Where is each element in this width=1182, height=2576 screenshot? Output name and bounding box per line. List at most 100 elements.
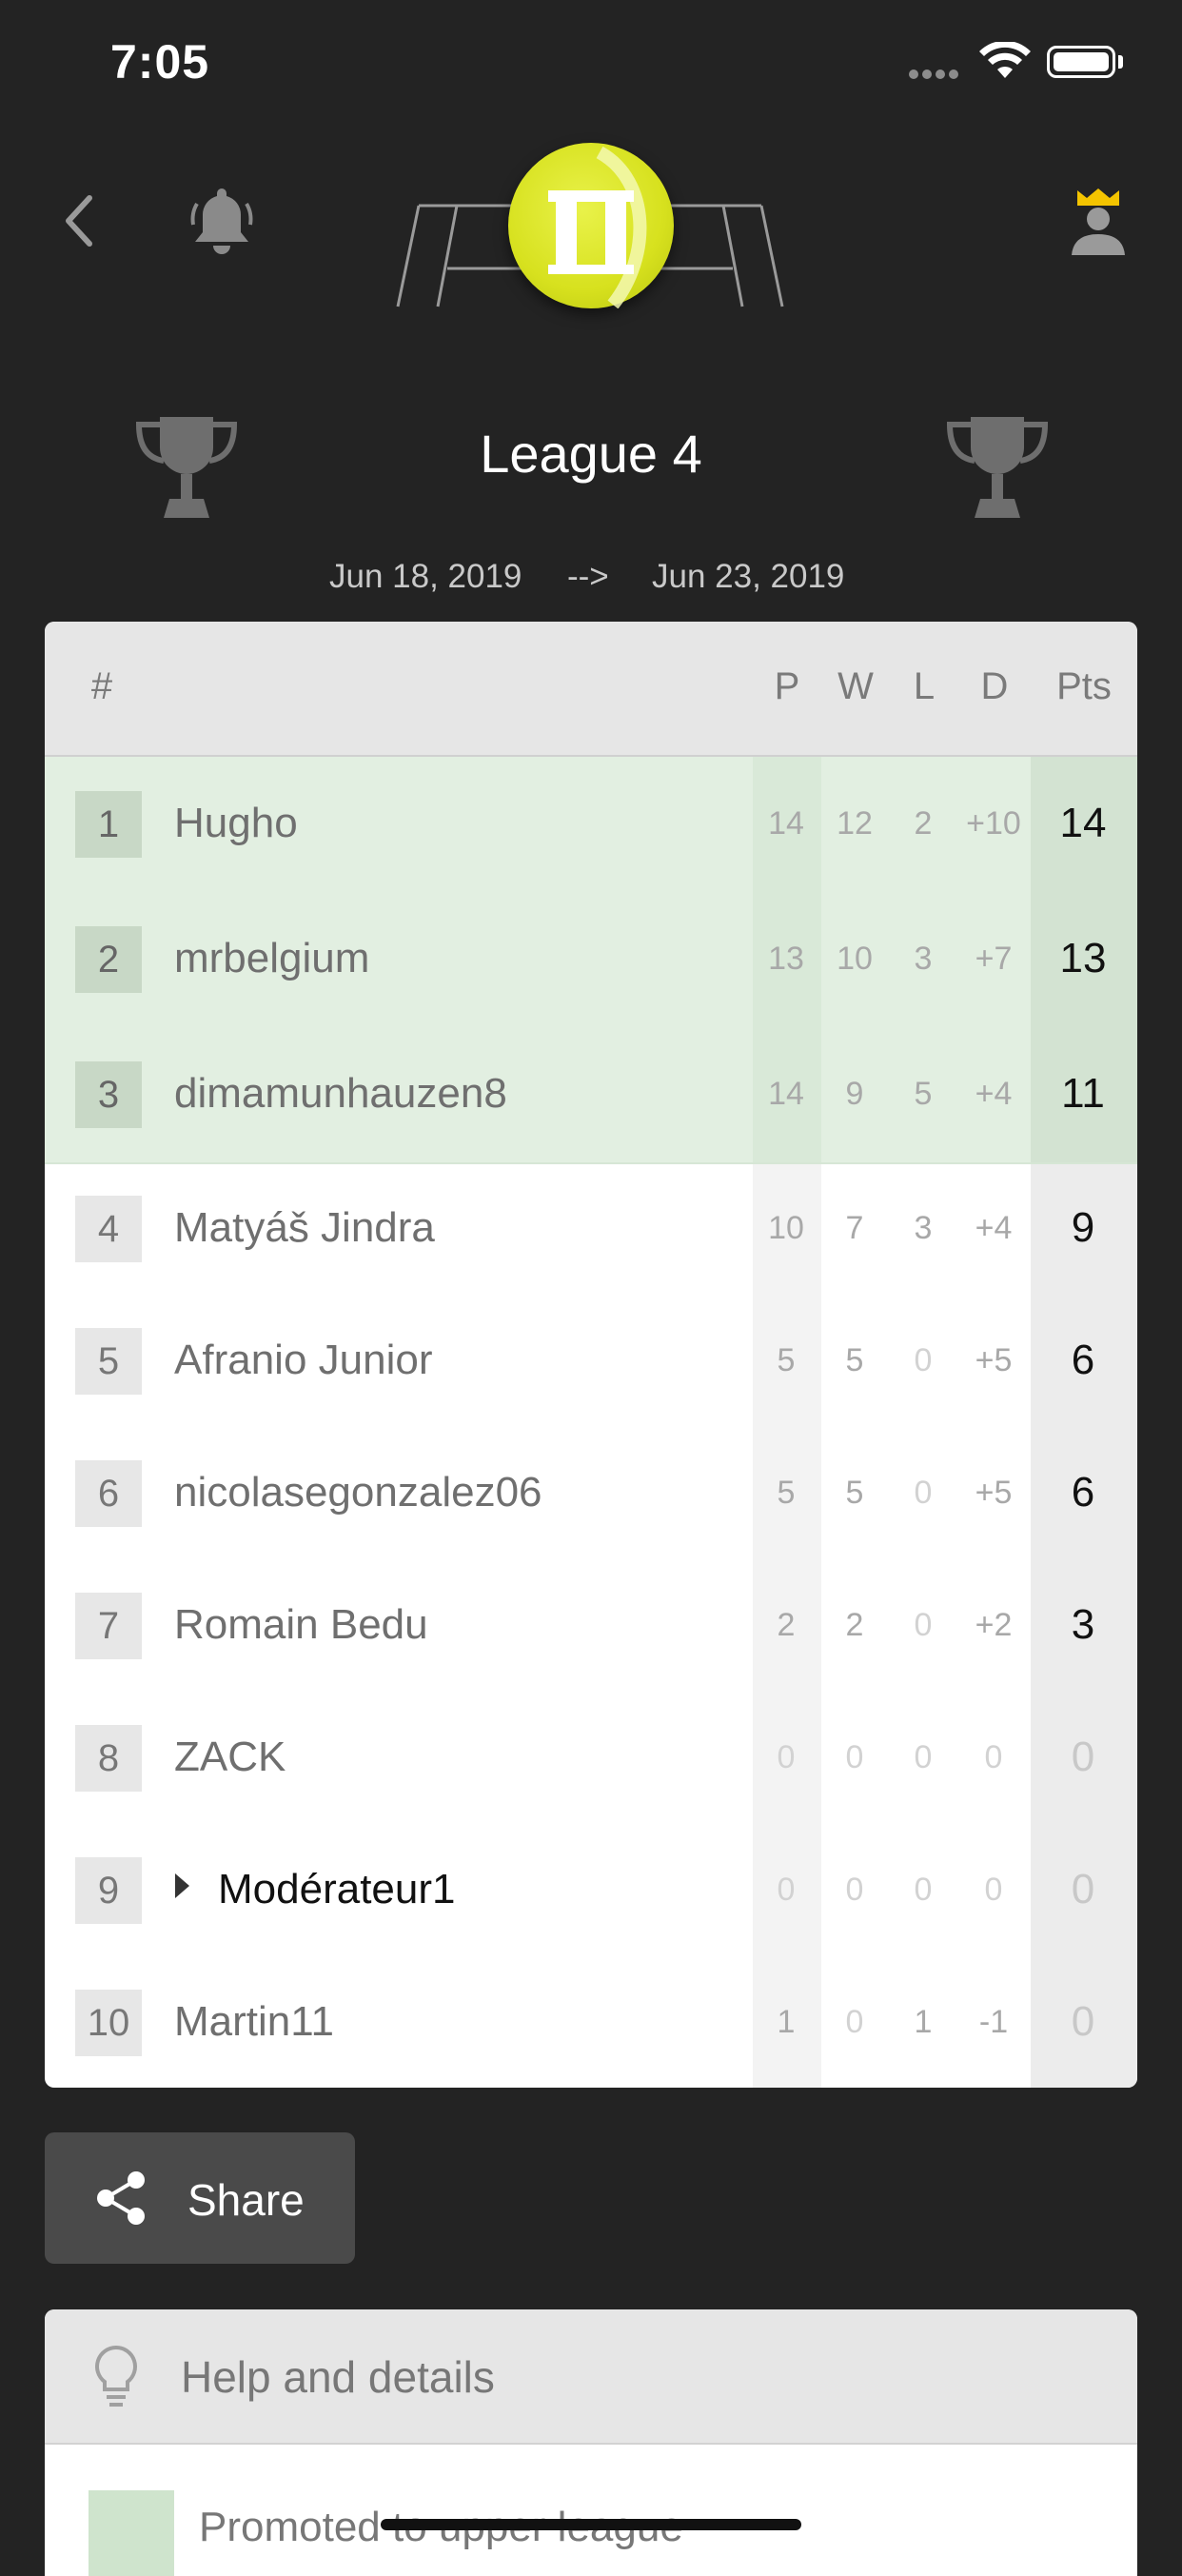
header-points: Pts: [1056, 665, 1112, 707]
player-name[interactable]: Hugho: [174, 800, 298, 847]
stat-w: 0: [845, 1871, 864, 1908]
share-label: Share: [187, 2175, 305, 2225]
stat-d: 0: [984, 1871, 1003, 1908]
app-logo: [508, 143, 674, 309]
battery-icon: [1047, 46, 1115, 78]
stat-p: 0: [777, 1871, 796, 1908]
header-rank: #: [90, 665, 113, 707]
share-icon: [97, 2171, 145, 2225]
player-name[interactable]: Modérateur1: [218, 1866, 455, 1913]
stat-l: 0: [914, 1871, 933, 1908]
header-difference: D: [980, 665, 1009, 707]
header-lost: L: [913, 665, 936, 707]
player-name[interactable]: Martin11: [174, 1998, 334, 2046]
stat-d: +7: [975, 941, 1013, 977]
table-row[interactable]: 3 dimamunhauzen8 14 9 5 +4 11: [45, 1027, 1137, 1164]
help-header[interactable]: Help and details: [45, 2309, 1137, 2445]
table-row[interactable]: 9 Modérateur1 0 0 0 0 0: [45, 1824, 1137, 1956]
help-title: Help and details: [181, 2352, 495, 2402]
notification-bell-icon[interactable]: [184, 183, 260, 259]
help-section: Help and details Promoted to upper leagu…: [45, 2309, 1137, 2576]
player-name[interactable]: Afranio Junior: [174, 1337, 432, 1384]
stat-w: 0: [845, 1738, 864, 1775]
table-row[interactable]: 8 ZACK 0 0 0 0 0: [45, 1692, 1137, 1824]
stat-l: 0: [914, 1606, 933, 1643]
stat-l: 3: [914, 941, 933, 977]
stat-p: 13: [768, 941, 804, 977]
stat-d: -1: [978, 2003, 1009, 2040]
table-row[interactable]: 7 Romain Bedu 2 2 0 +2 3: [45, 1559, 1137, 1692]
rank-badge: 5: [75, 1327, 142, 1395]
cellular-signal-icon: [909, 67, 964, 80]
expand-triangle-icon[interactable]: [175, 1873, 189, 1898]
stat-w: 5: [845, 1341, 864, 1378]
stat-p: 5: [777, 1341, 796, 1378]
table-row[interactable]: 10 Martin11 1 0 1 -1 0: [45, 1956, 1137, 2088]
table-row[interactable]: 4 Matyáš Jindra 10 7 3 +4 9: [45, 1162, 1137, 1295]
player-name[interactable]: Matyáš Jindra: [174, 1204, 435, 1252]
stat-p: 1: [777, 2003, 796, 2040]
lightbulb-icon: [95, 2345, 137, 2407]
stat-l: 0: [914, 1474, 933, 1511]
player-name[interactable]: mrbelgium: [174, 935, 369, 982]
table-row[interactable]: 2 mrbelgium 13 10 3 +7 13: [45, 892, 1137, 1029]
promoted-color-swatch: [89, 2490, 174, 2576]
player-name[interactable]: Romain Bedu: [174, 1601, 428, 1649]
rank-badge: 2: [75, 926, 142, 993]
stat-p: 2: [777, 1606, 796, 1643]
stat-points: 0: [1071, 1733, 1095, 1780]
stat-points: 3: [1071, 1600, 1095, 1648]
stat-d: +5: [975, 1474, 1013, 1511]
rank-badge: 10: [75, 1989, 142, 2056]
stat-points: 14: [1059, 800, 1107, 846]
stat-d: 0: [984, 1738, 1003, 1775]
stat-p: 5: [777, 1474, 796, 1511]
stat-l: 3: [914, 1209, 933, 1246]
stat-l: 5: [914, 1076, 933, 1112]
stat-points: 0: [1071, 1997, 1095, 2045]
period-arrow: -->: [567, 558, 609, 595]
stat-w: 10: [837, 941, 873, 977]
standings-table: # P W L D Pts 1 Hugho 14 12 2 +10 14 2 mrbelgium…: [45, 622, 1137, 2088]
header-played: P: [774, 665, 800, 707]
stat-p: 14: [768, 805, 804, 842]
stat-l: 0: [914, 1738, 933, 1775]
stat-w: 7: [845, 1209, 864, 1246]
stat-l: 2: [914, 805, 933, 842]
rank-badge: 6: [75, 1459, 142, 1527]
stat-l: 1: [914, 2003, 933, 2040]
stat-points: 13: [1059, 935, 1107, 981]
rank-badge: 1: [75, 791, 142, 858]
stat-p: 10: [768, 1209, 804, 1246]
stat-d: +4: [975, 1209, 1013, 1246]
stat-p: 0: [777, 1738, 796, 1775]
stat-l: 0: [914, 1341, 933, 1378]
rank-badge: 4: [75, 1195, 142, 1262]
player-name[interactable]: nicolasegonzalez06: [174, 1469, 542, 1516]
wifi-icon: [979, 42, 1031, 78]
home-indicator[interactable]: [381, 2519, 801, 2530]
player-name[interactable]: dimamunhauzen8: [174, 1070, 507, 1118]
share-button[interactable]: Share: [45, 2132, 355, 2264]
stat-w: 0: [845, 2003, 864, 2040]
rank-badge: 7: [75, 1592, 142, 1659]
rank-badge: 8: [75, 1724, 142, 1792]
table-row[interactable]: 5 Afranio Junior 5 5 0 +5 6: [45, 1295, 1137, 1427]
table-row[interactable]: 1 Hugho 14 12 2 +10 14: [45, 757, 1137, 894]
stat-w: 9: [845, 1076, 864, 1112]
premium-user-icon[interactable]: [1064, 185, 1133, 261]
back-chevron-icon[interactable]: [61, 190, 99, 251]
battery-tip: [1118, 55, 1123, 69]
table-header: # P W L D Pts: [45, 622, 1137, 757]
stat-w: 5: [845, 1474, 864, 1511]
header-won: W: [837, 665, 874, 707]
stat-points: 6: [1071, 1468, 1095, 1516]
period-start-date: Jun 18, 2019: [329, 558, 522, 595]
stat-w: 12: [837, 805, 873, 842]
stat-points: 0: [1071, 1865, 1095, 1912]
player-name[interactable]: ZACK: [174, 1734, 286, 1781]
stat-points: 6: [1071, 1336, 1095, 1383]
table-row[interactable]: 6 nicolasegonzalez06 5 5 0 +5 6: [45, 1427, 1137, 1559]
stat-d: +10: [966, 805, 1021, 842]
stat-d: +4: [975, 1076, 1013, 1112]
